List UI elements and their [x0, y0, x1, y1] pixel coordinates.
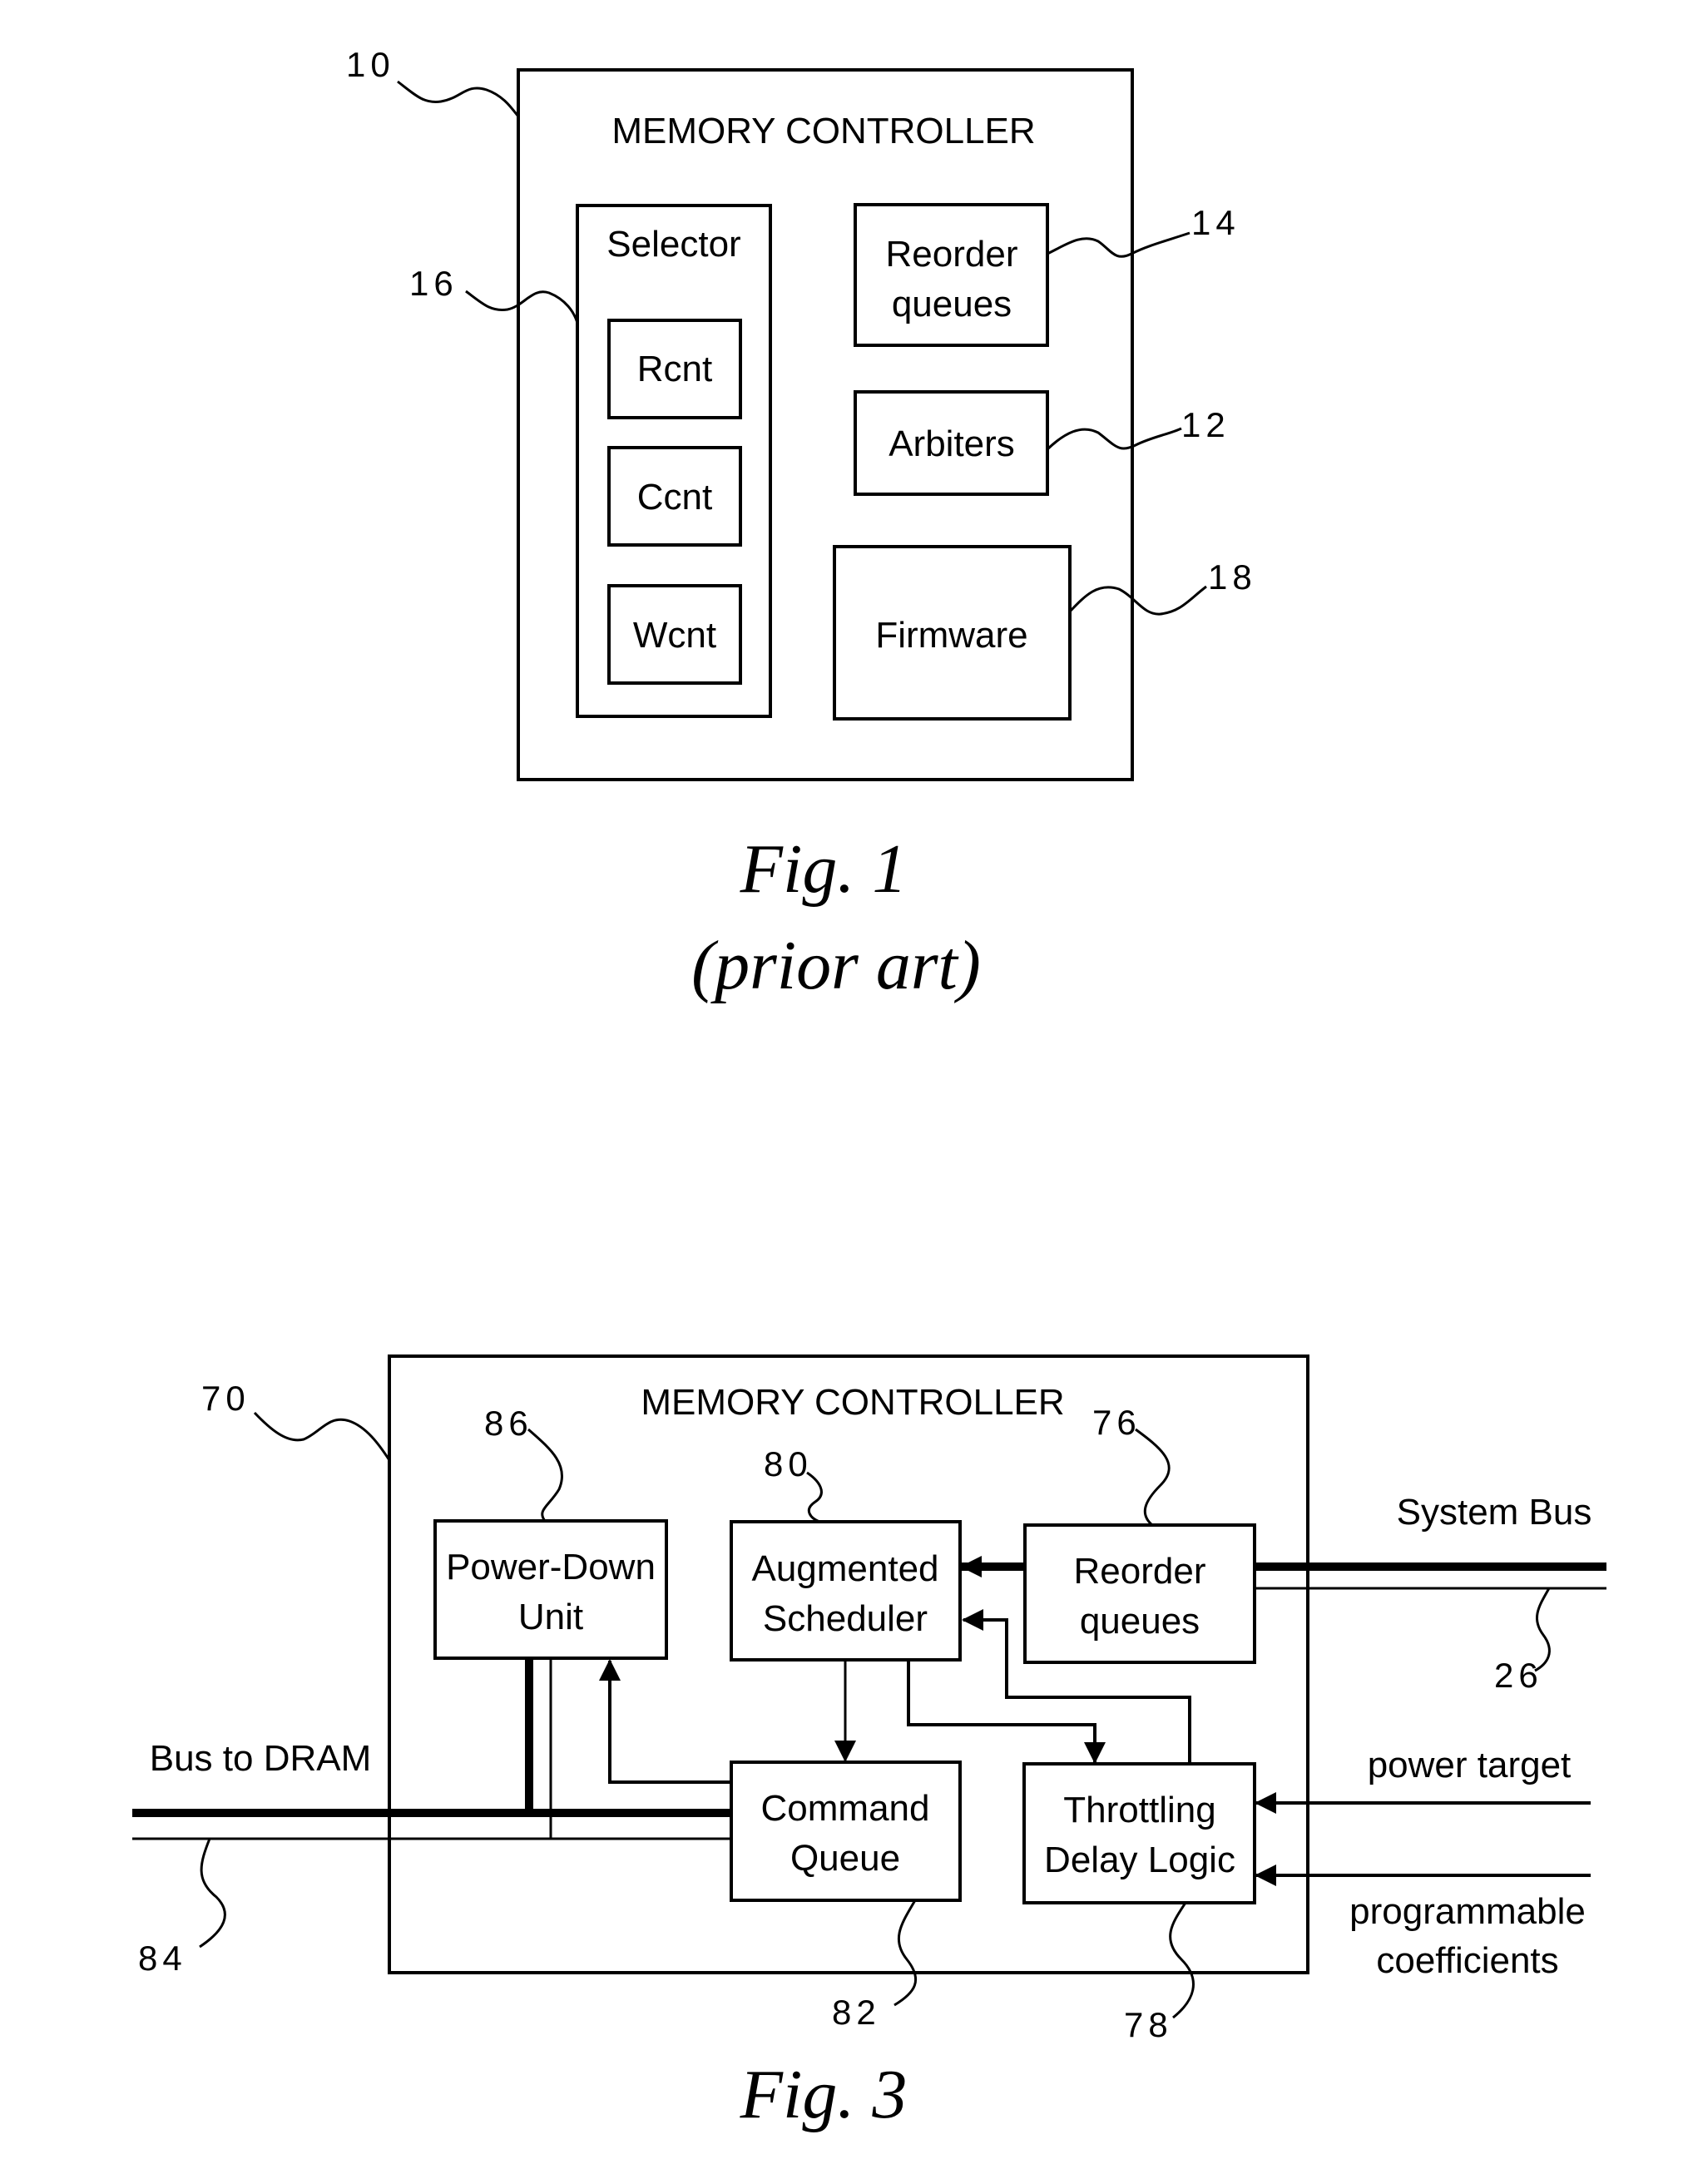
figure-3-caption: Fig. 3	[740, 2056, 908, 2133]
figure-1: MEMORY CONTROLLER Selector Rcnt Ccnt Wcn…	[346, 45, 1257, 1004]
ref-16: 16	[409, 264, 458, 303]
reorder-fig3-label-line1: Reorder	[1074, 1551, 1206, 1592]
figure-3: MEMORY CONTROLLER Power-Down Unit Augmen…	[132, 1354, 1606, 2133]
system-bus-label: System Bus	[1397, 1492, 1592, 1533]
ref-84: 84	[138, 1939, 187, 1978]
cmdqueue-label-line1: Command	[761, 1788, 930, 1829]
rcnt-label: Rcnt	[637, 349, 712, 389]
reorder-queues-box-fig3	[1023, 1523, 1256, 1664]
ccnt-label: Ccnt	[637, 477, 712, 518]
leader-84	[199, 1838, 226, 1949]
programmable-coefficients-line1: programmable	[1349, 1891, 1586, 1932]
cmdqueue-label-line2: Queue	[790, 1838, 900, 1879]
wcnt-label: Wcnt	[633, 615, 716, 656]
ref-78: 78	[1124, 2005, 1173, 2044]
ref-14: 14	[1191, 203, 1240, 242]
figure-1-subcaption: (prior art)	[691, 927, 981, 1004]
ref-70: 70	[201, 1379, 250, 1418]
throttle-label-line1: Throttling	[1063, 1790, 1215, 1830]
ref-12: 12	[1181, 405, 1230, 444]
ref-80: 80	[764, 1444, 813, 1483]
ref-86: 86	[484, 1404, 533, 1443]
ref-26: 26	[1494, 1656, 1543, 1695]
ref-18: 18	[1208, 557, 1257, 597]
leader-70	[253, 1411, 391, 1461]
reorder-label-line1: Reorder	[886, 234, 1018, 275]
figure-1-caption: Fig. 1	[740, 830, 908, 908]
command-queue-box	[730, 1761, 962, 1902]
reorder-label-line2: queues	[892, 284, 1012, 324]
firmware-label: Firmware	[875, 615, 1027, 656]
throttling-delay-logic-box	[1022, 1762, 1256, 1904]
augmented-scheduler-box	[730, 1520, 962, 1662]
power-down-label-line1: Power-Down	[446, 1547, 656, 1587]
leader-10	[397, 80, 520, 117]
arbiters-label: Arbiters	[889, 423, 1015, 464]
power-target-label: power target	[1368, 1745, 1572, 1785]
ref-10: 10	[346, 45, 395, 84]
ref-82: 82	[832, 1993, 881, 2032]
scheduler-label-line2: Scheduler	[763, 1598, 928, 1639]
patent-drawing-sheet: MEMORY CONTROLLER Selector Rcnt Ccnt Wcn…	[0, 0, 1683, 2184]
scheduler-label-line1: Augmented	[751, 1548, 938, 1589]
reorder-fig3-label-line2: queues	[1080, 1601, 1200, 1642]
bus-to-dram-label: Bus to DRAM	[150, 1738, 372, 1779]
memory-controller-title: MEMORY CONTROLLER	[611, 111, 1035, 151]
programmable-coefficients-line2: coefficients	[1376, 1940, 1558, 1981]
diagram-svg: MEMORY CONTROLLER Selector Rcnt Ccnt Wcn…	[132, 45, 1606, 2133]
power-down-unit-box	[433, 1519, 668, 1660]
ref-76: 76	[1092, 1403, 1141, 1442]
memory-controller-title-fig3: MEMORY CONTROLLER	[641, 1382, 1064, 1423]
selector-label: Selector	[606, 224, 740, 265]
power-down-label-line2: Unit	[518, 1597, 583, 1637]
throttle-label-line2: Delay Logic	[1044, 1840, 1235, 1880]
